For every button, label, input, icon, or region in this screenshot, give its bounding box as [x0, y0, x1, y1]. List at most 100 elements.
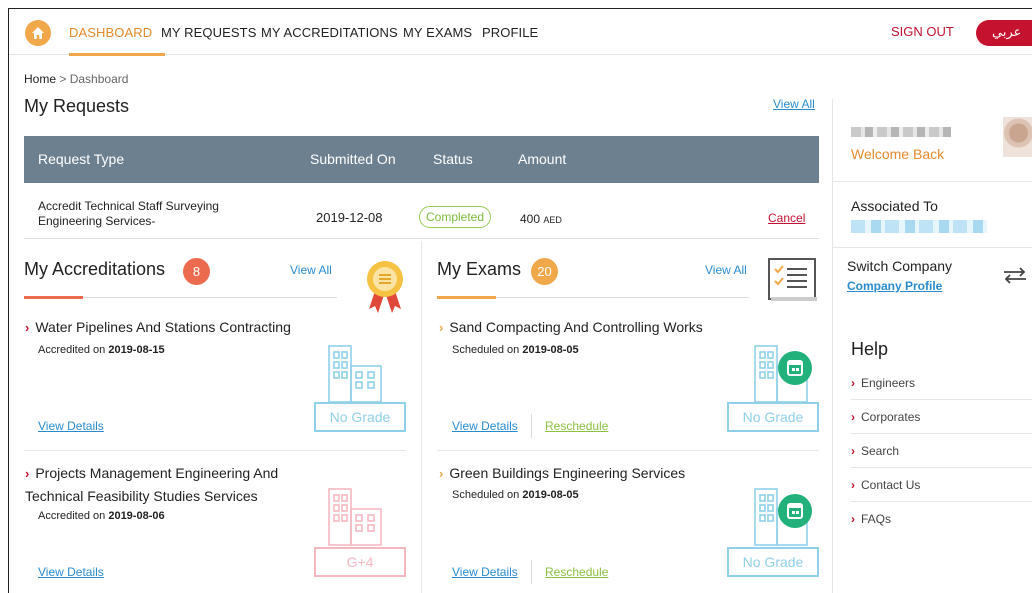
- chevron-right-icon: ›: [25, 466, 30, 481]
- accreditation-item-date: Accredited on 2019-08-06: [38, 510, 165, 522]
- item-divider: [24, 450, 406, 451]
- app-frame: DASHBOARD MY REQUESTS MY ACCREDITATIONS …: [8, 8, 1032, 593]
- help-item-faqs[interactable]: › FAQs: [851, 502, 1032, 536]
- col-amount: Amount: [518, 151, 567, 167]
- help-item-label: Corporates: [861, 410, 921, 424]
- cancel-request-link[interactable]: Cancel: [768, 211, 805, 225]
- checklist-icon: [768, 258, 817, 301]
- exams-view-all-link[interactable]: View All: [705, 263, 747, 277]
- link-separator: [531, 560, 532, 584]
- nav-profile[interactable]: PROFILE: [482, 25, 538, 40]
- nav-active-indicator: [69, 53, 165, 56]
- col-submitted-on: Submitted On: [310, 151, 396, 167]
- nav-dashboard[interactable]: DASHBOARD: [69, 25, 152, 40]
- user-name-redacted: [851, 127, 951, 137]
- associated-to-label: Associated To: [851, 198, 938, 214]
- top-nav: DASHBOARD MY REQUESTS MY ACCREDITATIONS …: [9, 9, 1032, 56]
- request-type-cell: Accredit Technical Staff Surveying Engin…: [38, 199, 219, 228]
- accreditation-item-title[interactable]: › Water Pipelines And Stations Contractin…: [25, 316, 325, 339]
- requests-title: My Requests: [24, 96, 130, 116]
- accreditation-item-title-text: Projects Management Engineering And Tech…: [25, 465, 279, 504]
- sign-out-link[interactable]: SIGN OUT: [891, 24, 954, 39]
- view-details-link[interactable]: View Details: [38, 565, 104, 579]
- exam-item-title-text: Sand Compacting And Controlling Works: [449, 319, 703, 335]
- help-item-corporates[interactable]: › Corporates: [851, 400, 1032, 434]
- chevron-right-icon: ›: [25, 320, 30, 335]
- help-item-contact-us[interactable]: › Contact Us: [851, 468, 1032, 502]
- exam-item-title[interactable]: › Green Buildings Engineering Services: [439, 462, 769, 485]
- exam-item-title-text: Green Buildings Engineering Services: [449, 465, 686, 481]
- date-label: Accredited on: [38, 344, 106, 356]
- col-request-type: Request Type: [38, 151, 125, 167]
- building-icon: [328, 488, 382, 546]
- date-label: Scheduled on: [452, 344, 520, 356]
- avatar[interactable]: [1003, 117, 1032, 157]
- requests-table-header: Request Type Submitted On Status Amount: [24, 136, 819, 183]
- table-row: Accredit Technical Staff Surveying Engin…: [24, 183, 819, 239]
- help-item-label: Engineers: [861, 376, 916, 390]
- date-value: 2019-08-05: [522, 489, 579, 501]
- associated-company-redacted: [851, 220, 987, 233]
- breadcrumb-home[interactable]: Home: [24, 72, 56, 86]
- chevron-right-icon: ›: [851, 478, 855, 492]
- exam-item-date: Scheduled on 2019-08-05: [452, 344, 579, 356]
- building-calendar-icon: [754, 488, 812, 546]
- submitted-on-cell: 2019-12-08: [316, 210, 383, 225]
- help-item-label: Search: [861, 444, 900, 458]
- status-badge: Completed: [419, 206, 492, 228]
- item-divider: [437, 450, 819, 451]
- company-profile-link[interactable]: Company Profile: [847, 279, 942, 293]
- help-item-label: FAQs: [861, 512, 892, 526]
- reschedule-link[interactable]: Reschedule: [545, 419, 608, 433]
- sidebar: Welcome Back Associated To Switch Compan…: [832, 99, 1032, 593]
- language-toggle-button[interactable]: عربي: [976, 20, 1032, 46]
- grade-badge: G+4: [314, 547, 406, 577]
- amount-value: 400: [520, 212, 541, 226]
- help-item-label: Contact Us: [861, 478, 921, 492]
- switch-arrows-icon[interactable]: [1001, 264, 1029, 286]
- accreditations-accent: [24, 296, 83, 299]
- link-separator: [531, 414, 532, 438]
- help-item-engineers[interactable]: › Engineers: [851, 366, 1032, 400]
- grade-badge: No Grade: [314, 402, 406, 432]
- exam-item-title[interactable]: › Sand Compacting And Controlling Works: [439, 316, 769, 339]
- sidebar-divider: [833, 181, 1032, 182]
- view-details-link[interactable]: View Details: [452, 419, 518, 433]
- chevron-right-icon: ›: [439, 320, 444, 335]
- amount-cell: 400 AED: [520, 212, 562, 226]
- view-details-link[interactable]: View Details: [38, 419, 104, 433]
- col-status: Status: [433, 151, 473, 167]
- date-value: 2019-08-15: [108, 344, 165, 356]
- building-calendar-icon: [754, 345, 812, 403]
- breadcrumb: Home > Dashboard: [24, 72, 128, 86]
- date-value: 2019-08-05: [522, 344, 579, 356]
- reschedule-link[interactable]: Reschedule: [545, 565, 608, 579]
- accreditations-count-badge: 8: [183, 258, 210, 285]
- amount-currency: AED: [543, 215, 562, 225]
- panel-divider: [421, 241, 422, 593]
- chevron-right-icon: ›: [439, 466, 444, 481]
- help-title: Help: [851, 339, 889, 359]
- accreditation-item-title[interactable]: › Projects Management Engineering And Tec…: [25, 462, 325, 507]
- chevron-right-icon: ›: [851, 376, 855, 390]
- accreditations-title: My Accreditations: [24, 259, 166, 279]
- nav-my-accreditations[interactable]: MY ACCREDITATIONS: [261, 25, 398, 40]
- award-ribbon-icon: [367, 261, 403, 313]
- date-label: Accredited on: [38, 510, 106, 522]
- breadcrumb-separator: >: [56, 72, 70, 86]
- accreditations-view-all-link[interactable]: View All: [290, 263, 332, 277]
- help-item-search[interactable]: › Search: [851, 434, 1032, 468]
- accreditation-item-title-text: Water Pipelines And Stations Contracting: [35, 319, 291, 335]
- chevron-right-icon: ›: [851, 410, 855, 424]
- nav-my-requests[interactable]: MY REQUESTS: [161, 25, 257, 40]
- home-icon[interactable]: [25, 20, 51, 46]
- requests-view-all-link[interactable]: View All: [773, 97, 815, 111]
- date-label: Scheduled on: [452, 489, 520, 501]
- breadcrumb-current: Dashboard: [69, 72, 129, 86]
- exams-title: My Exams: [437, 259, 522, 279]
- grade-badge: No Grade: [727, 547, 819, 577]
- exam-item-date: Scheduled on 2019-08-05: [452, 489, 579, 501]
- nav-my-exams[interactable]: MY EXAMS: [403, 25, 472, 40]
- accreditation-item-date: Accredited on 2019-08-15: [38, 344, 165, 356]
- view-details-link[interactable]: View Details: [452, 565, 518, 579]
